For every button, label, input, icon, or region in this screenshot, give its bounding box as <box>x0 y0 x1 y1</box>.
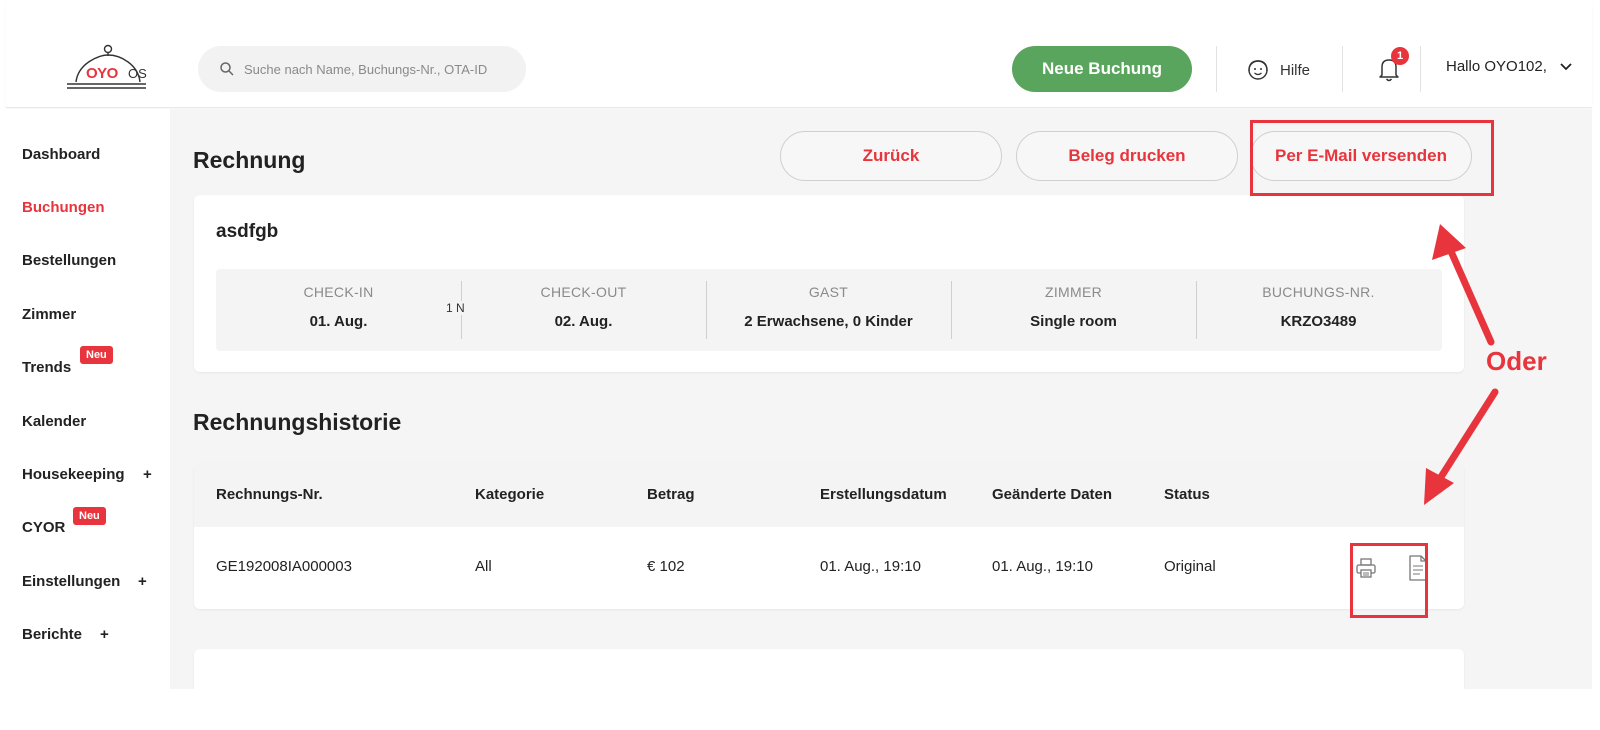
room-column: ZIMMER Single room <box>951 269 1196 351</box>
booking-number-value: KRZO3489 <box>1280 313 1357 330</box>
guest-column: GAST 2 Erwachsene, 0 Kinder <box>706 269 951 351</box>
guest-label: GAST <box>808 284 849 300</box>
invoice-status: Original <box>1164 558 1216 575</box>
header-divider <box>1216 46 1217 92</box>
expand-icon[interactable]: + <box>100 626 109 643</box>
new-badge: Neu <box>73 507 106 525</box>
logo-suffix: OS <box>128 66 147 81</box>
column-header: Erstellungsdatum <box>820 486 947 503</box>
invoice-modified-date: 01. Aug., 19:10 <box>992 558 1093 575</box>
sidebar-item-rooms[interactable]: Zimmer <box>22 306 76 323</box>
room-label: ZIMMER <box>1044 284 1102 300</box>
column-header: Betrag <box>647 486 695 503</box>
next-card <box>194 649 1464 689</box>
help-link[interactable]: Hilfe <box>1246 56 1310 84</box>
room-value: Single room <box>1030 313 1117 330</box>
invoice-number: GE192008IA000003 <box>216 558 352 575</box>
guest-name: asdfgb <box>216 221 279 242</box>
notification-badge: 1 <box>1391 47 1409 65</box>
help-label: Hilfe <box>1280 61 1311 79</box>
sidebar-item-calendar[interactable]: Kalender <box>22 413 86 430</box>
booking-number-label: BUCHUNGS-NR. <box>1262 284 1375 300</box>
annotation-label: Oder <box>1486 346 1547 376</box>
user-greeting: Hallo OYO102, <box>1446 58 1547 75</box>
booking-info-row: CHECK-IN 01. Aug. 1 N CHECK-OUT 02. Aug.… <box>216 269 1442 351</box>
column-header: Rechnungs-Nr. <box>216 486 323 503</box>
check-in-label: CHECK-IN <box>303 284 374 300</box>
sidebar-item-settings[interactable]: Einstellungen <box>22 573 120 590</box>
search-input[interactable] <box>244 58 514 80</box>
check-out-label: CHECK-OUT <box>540 284 627 300</box>
print-icon-highlight <box>1350 543 1428 618</box>
invoice-history-title: Rechnungshistorie <box>193 409 402 435</box>
header-divider <box>1420 46 1421 92</box>
new-booking-button[interactable]: Neue Buchung <box>1012 46 1192 92</box>
sidebar-item-cyor[interactable]: CYOR <box>22 519 65 536</box>
chevron-down-icon <box>1560 62 1572 70</box>
expand-icon[interactable]: + <box>138 573 147 590</box>
table-header: Rechnungs-Nr. Kategorie Betrag Erstellun… <box>194 463 1464 527</box>
sidebar-item-reports[interactable]: Berichte <box>22 626 82 643</box>
check-in-value: 01. Aug. <box>309 313 368 330</box>
header-divider <box>1342 46 1343 92</box>
search-icon <box>220 62 234 76</box>
check-in-column: CHECK-IN 01. Aug. <box>216 269 461 351</box>
oyo-os-logo[interactable]: OYO OS <box>62 44 158 94</box>
top-header: OYO OS Neue Buchung Hilfe 1 Hallo OYO102… <box>6 0 1592 108</box>
invoice-created-date: 01. Aug., 19:10 <box>820 558 921 575</box>
user-menu[interactable]: Hallo OYO102, <box>1446 58 1573 75</box>
support-agent-icon <box>1248 60 1268 80</box>
sidebar-item-bookings[interactable]: Buchungen <box>22 199 105 216</box>
sidebar-item-orders[interactable]: Bestellungen <box>22 252 116 269</box>
email-button-highlight <box>1250 120 1494 196</box>
print-receipt-button[interactable]: Beleg drucken <box>1016 131 1238 181</box>
expand-icon[interactable]: + <box>143 466 152 483</box>
column-header: Status <box>1164 486 1210 503</box>
check-out-column: CHECK-OUT 02. Aug. <box>461 269 706 351</box>
column-header: Geänderte Daten <box>992 486 1113 503</box>
sidebar-item-housekeeping[interactable]: Housekeeping <box>22 466 125 483</box>
column-header: Kategorie <box>475 486 545 503</box>
search-bar[interactable] <box>198 46 526 92</box>
sidebar: Dashboard Buchungen Bestellungen Zimmer … <box>6 109 170 689</box>
back-button[interactable]: Zurück <box>780 131 1002 181</box>
booking-summary-card: asdfgb CHECK-IN 01. Aug. 1 N CHECK-OUT 0… <box>194 195 1464 372</box>
invoice-amount: € 102 <box>647 558 685 575</box>
page-title: Rechnung <box>193 147 306 173</box>
check-out-value: 02. Aug. <box>554 313 613 330</box>
sidebar-item-trends[interactable]: Trends <box>22 359 71 376</box>
sidebar-item-dashboard[interactable]: Dashboard <box>22 146 100 163</box>
invoice-history-table: Rechnungs-Nr. Kategorie Betrag Erstellun… <box>194 463 1464 609</box>
booking-number-column: BUCHUNGS-NR. KRZO3489 <box>1196 269 1441 351</box>
new-badge: Neu <box>80 346 113 364</box>
invoice-category: All <box>475 558 492 575</box>
logo-text: OYO <box>86 65 118 82</box>
guest-value: 2 Erwachsene, 0 Kinder <box>744 313 913 330</box>
